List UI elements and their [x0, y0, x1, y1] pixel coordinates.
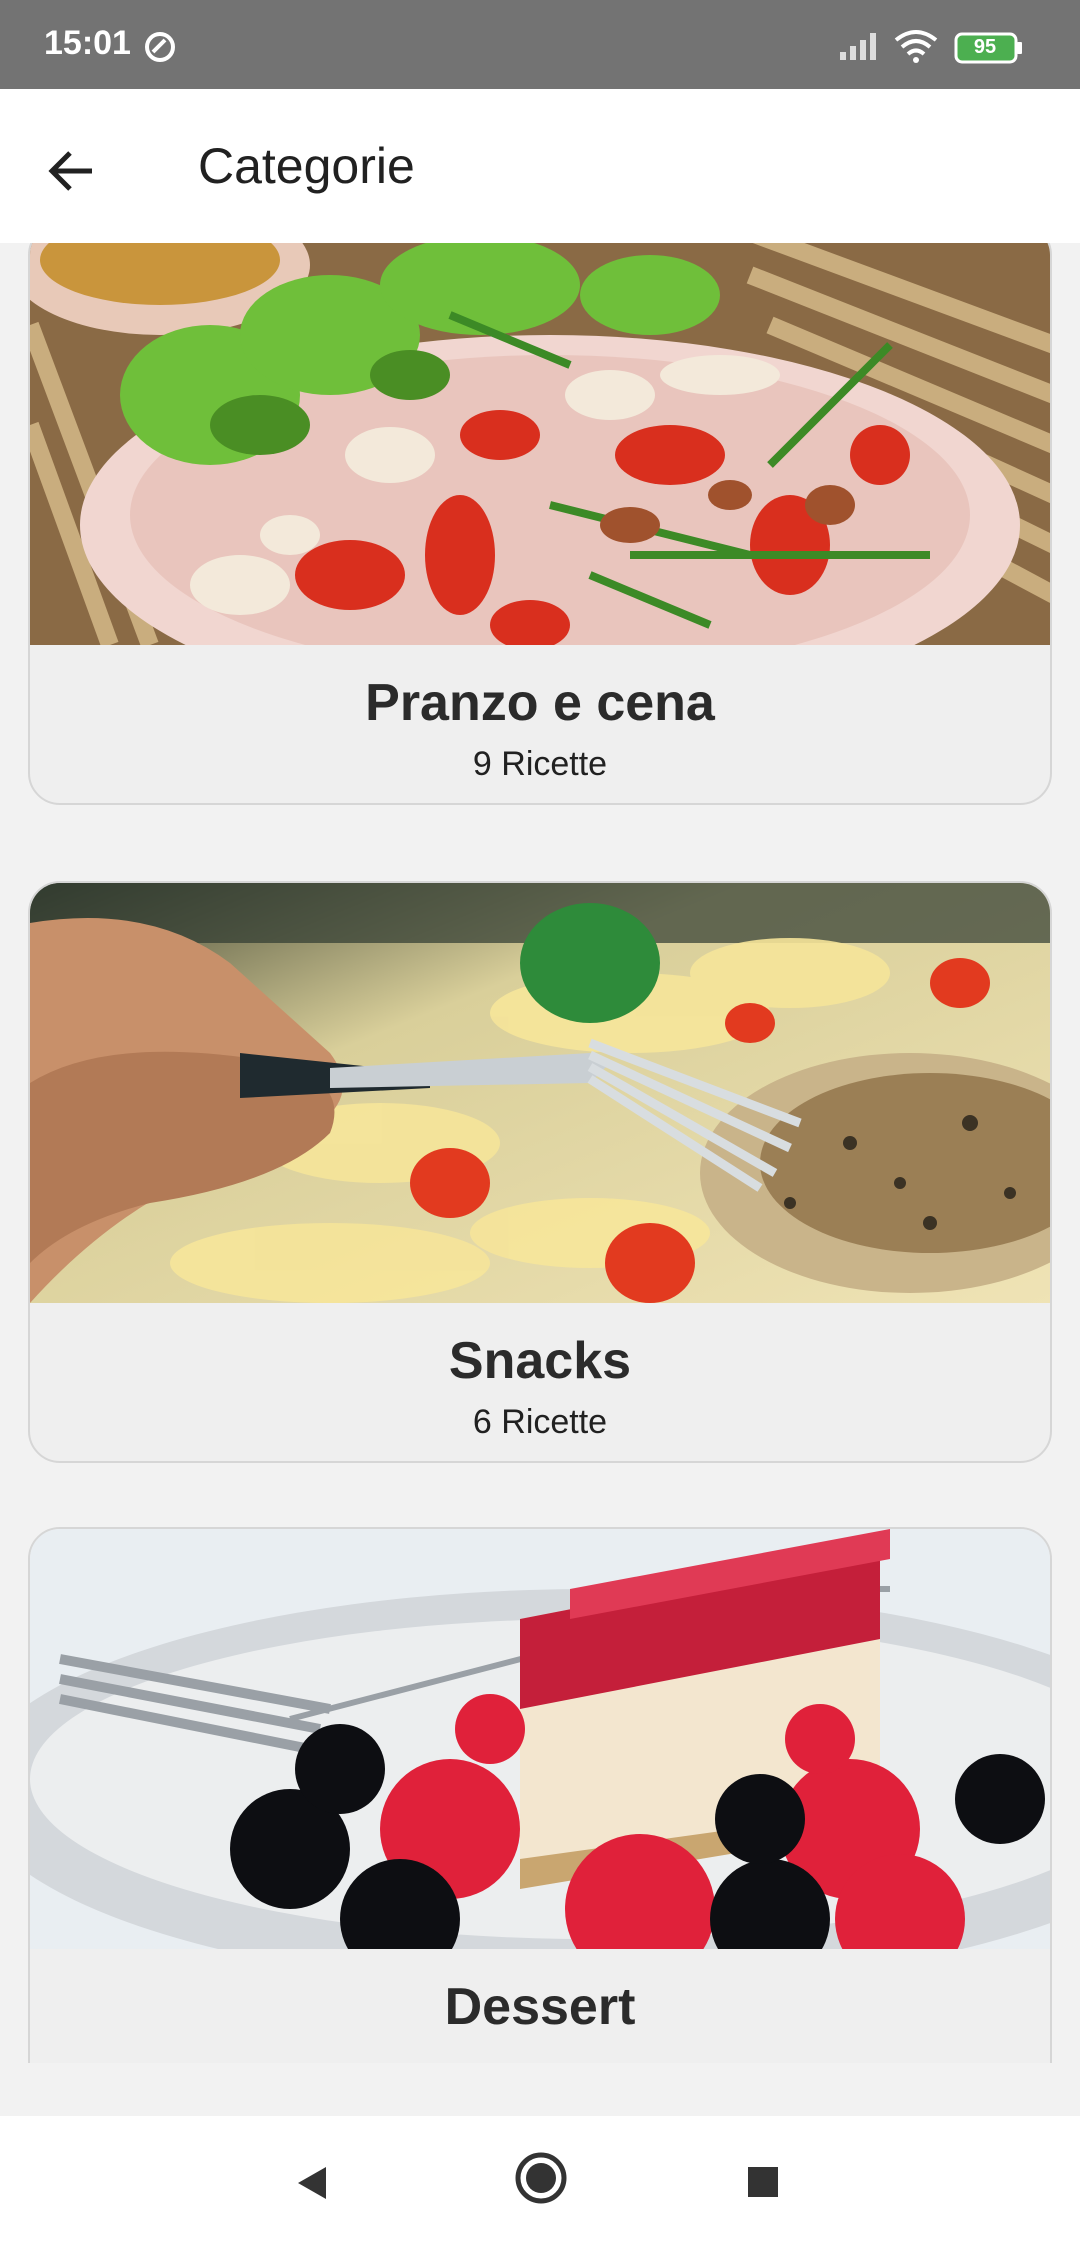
signal-icon: [840, 33, 876, 60]
app-bar: Categorie: [0, 89, 1080, 243]
category-list[interactable]: Pranzo e cena 9 Ricette Snacks 6 Ricette…: [0, 243, 1080, 2063]
salad-plate-photo: [30, 243, 1050, 645]
cheesecake-berries-photo: [30, 1529, 1050, 1949]
status-time: 15:01: [44, 24, 131, 62]
category-title: Dessert: [444, 1978, 636, 2036]
battery-level: 95: [973, 36, 997, 58]
nav-back-icon[interactable]: [292, 2163, 332, 2203]
fork-pasta-photo: [30, 883, 1050, 1303]
page-title: Categorie: [198, 138, 415, 194]
category-card[interactable]: Snacks 6 Ricette: [28, 881, 1052, 1463]
category-card[interactable]: Pranzo e cena 9 Ricette: [28, 243, 1052, 805]
back-button[interactable]: [34, 133, 110, 209]
status-bar: 15:01 95: [0, 0, 1080, 89]
nav-recent-icon[interactable]: [746, 2165, 780, 2199]
wifi-icon: [894, 30, 938, 63]
category-title: Snacks: [448, 1332, 632, 1390]
arrow-left-icon: [48, 151, 92, 191]
recipe-count: 9 Ricette: [472, 745, 608, 783]
recipe-count: 6 Ricette: [472, 1403, 608, 1441]
category-title: Pranzo e cena: [365, 674, 715, 732]
system-nav-bar: [0, 2116, 1080, 2246]
category-card[interactable]: Dessert: [28, 1527, 1052, 2063]
nav-home-icon[interactable]: [514, 2151, 568, 2205]
sync-icon: [145, 32, 175, 62]
